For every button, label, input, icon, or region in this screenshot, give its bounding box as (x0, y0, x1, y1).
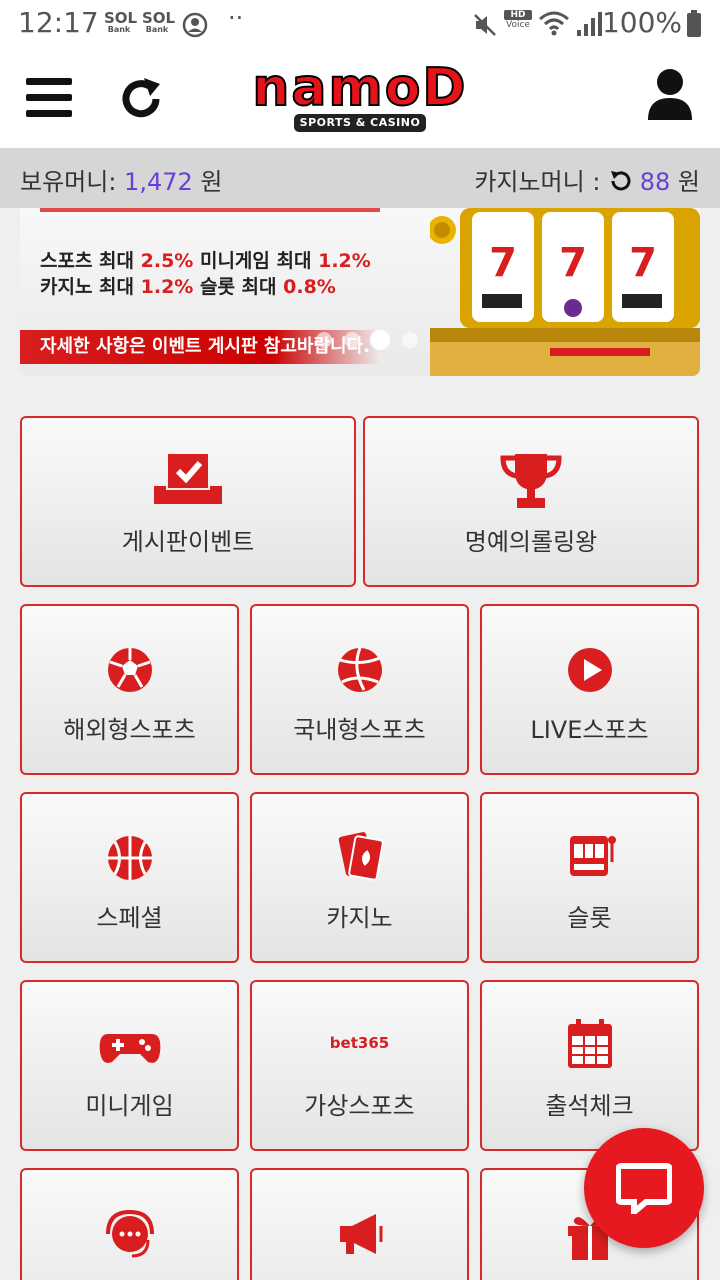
tile-live-sports[interactable]: LIVE스포츠 (480, 604, 699, 775)
tile-domestic-sports[interactable]: 국내형스포츠 (250, 604, 469, 775)
mute-icon (472, 12, 498, 42)
app-header: namoD SPORTS & CASINO (0, 50, 720, 148)
tile-notice[interactable] (250, 1168, 469, 1280)
owned-money-label: 보유머니: (20, 168, 117, 196)
banner-line-2: 카지노 최대 1.2% 슬롯 최대 0.8% (40, 276, 336, 298)
casino-money-unit: 원 (677, 168, 700, 196)
tile-overseas-sports[interactable]: 해외형스포츠 (20, 604, 239, 775)
status-time: 12:17 (18, 6, 99, 39)
tile-virtual-sports[interactable]: bet365 가상스포츠 (250, 980, 469, 1151)
cards-icon (324, 828, 396, 888)
tile-label: 슬롯 (567, 904, 612, 932)
refresh-icon[interactable] (118, 76, 164, 122)
tile-label: 명예의롤링왕 (464, 528, 598, 556)
wifi-icon (538, 10, 570, 40)
svg-text:7: 7 (559, 240, 587, 286)
live-chat-button[interactable] (584, 1128, 704, 1248)
casino-money-label: 카지노머니 : (474, 168, 601, 196)
soccer-ball-icon (94, 640, 166, 700)
owned-money-value: 1,472 (124, 168, 193, 196)
tile-label: 출석체크 (545, 1092, 634, 1120)
slot-machine-illustration: 7 7 7 (428, 208, 700, 376)
tile-label: 가상스포츠 (304, 1092, 415, 1120)
basketball-icon (94, 828, 166, 888)
trophy-icon (495, 452, 567, 512)
slot-machine-icon (554, 828, 626, 888)
tile-label: 미니게임 (85, 1092, 174, 1120)
promo-banner[interactable]: 스포츠 최대 2.5% 미니게임 최대 1.2% 카지노 최대 1.2% 슬롯 … (20, 208, 700, 376)
banner-header-strip (40, 208, 380, 212)
tile-minigame[interactable]: 미니게임 (20, 980, 239, 1151)
megaphone-icon (324, 1204, 396, 1264)
tile-attendance[interactable]: 출석체크 (480, 980, 699, 1151)
money-bar: 보유머니: 1,472 원 카지노머니 : 88 원 (0, 148, 720, 208)
owned-money-unit: 원 (200, 168, 223, 196)
status-bar: 12:17 SOL Bank SOL Bank ·· HD Voice 100% (0, 0, 720, 50)
tile-label: 국내형스포츠 (293, 716, 426, 744)
battery-icon (686, 10, 702, 42)
casino-money: 카지노머니 : 88 원 (474, 162, 700, 197)
battery-percent: 100% (601, 6, 682, 39)
headset-chat-icon (94, 1204, 166, 1264)
casino-refresh-icon[interactable] (608, 169, 632, 193)
play-icon (554, 640, 626, 700)
gamepad-icon (94, 1016, 166, 1076)
carousel-dot[interactable] (316, 332, 332, 348)
svg-text:7: 7 (629, 240, 657, 286)
signal-icon (576, 10, 602, 42)
tile-label: 스페셜 (96, 904, 163, 932)
sol-bank-icon: SOL Bank (104, 9, 138, 34)
carousel-dot-active[interactable] (370, 330, 390, 350)
calendar-icon (554, 1016, 626, 1076)
tile-rolling-king[interactable]: 명예의롤링왕 (363, 416, 699, 587)
owned-money: 보유머니: 1,472 원 (20, 162, 223, 197)
logo-subtitle: SPORTS & CASINO (294, 114, 426, 132)
more-notifications: ·· (228, 4, 244, 32)
tile-label: 해외형스포츠 (63, 716, 196, 744)
tile-slot[interactable]: 슬롯 (480, 792, 699, 963)
hamburger-icon[interactable] (26, 78, 74, 118)
carousel-dot[interactable] (402, 332, 418, 348)
carousel-dot[interactable] (344, 332, 360, 348)
banner-line-1: 스포츠 최대 2.5% 미니게임 최대 1.2% (40, 250, 371, 272)
ballot-check-icon (152, 452, 224, 512)
sol-bank-icon: SOL Bank (142, 9, 176, 34)
user-icon[interactable] (646, 68, 694, 122)
tile-board-event[interactable]: 게시판이벤트 (20, 416, 356, 587)
bet365-icon: bet365 (324, 1016, 396, 1076)
logo-text: namoD (251, 57, 468, 119)
tile-customer-center[interactable] (20, 1168, 239, 1280)
account-circle-icon (182, 12, 208, 42)
tile-label: LIVE스포츠 (530, 716, 649, 744)
svg-text:7: 7 (489, 240, 517, 286)
casino-money-value: 88 (639, 168, 671, 196)
bet365-text: bet365 (329, 1034, 390, 1052)
tile-casino[interactable]: 카지노 (250, 792, 469, 963)
brand-logo[interactable]: namoD SPORTS & CASINO (232, 57, 488, 134)
volleyball-icon (324, 640, 396, 700)
tile-label: 카지노 (326, 904, 393, 932)
chat-bubble-icon (616, 1163, 672, 1214)
hd-voice-icon: HD Voice (504, 10, 532, 30)
tile-label: 게시판이벤트 (121, 528, 255, 556)
tile-special[interactable]: 스페셜 (20, 792, 239, 963)
